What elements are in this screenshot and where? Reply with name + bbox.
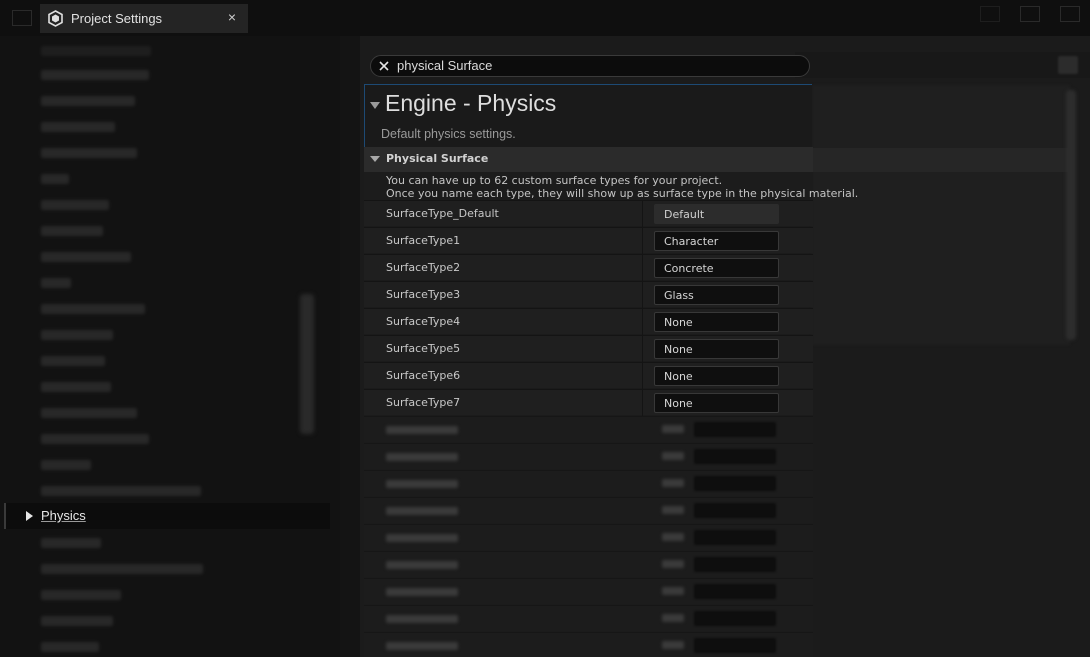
surface-type-field: Default — [654, 204, 779, 224]
section-title: Engine - Physics — [385, 90, 557, 116]
column-divider[interactable] — [642, 201, 643, 227]
column-divider[interactable] — [642, 255, 643, 281]
settings-gear-icon[interactable] — [1058, 56, 1078, 74]
sidebar-item-blurred[interactable] — [41, 408, 137, 418]
sidebar-item-blurred[interactable] — [41, 148, 137, 158]
surface-type-field[interactable]: None — [654, 339, 779, 359]
expand-arrow-icon[interactable] — [26, 511, 33, 521]
column-divider[interactable] — [642, 336, 643, 362]
sidebar-item-blurred[interactable] — [41, 538, 101, 548]
sidebar-item-blurred[interactable] — [41, 642, 99, 652]
section-description: Default physics settings. — [381, 127, 516, 141]
collapse-arrow-icon[interactable] — [370, 102, 380, 109]
property-row-blurred — [364, 443, 813, 469]
sidebar-item-blurred[interactable] — [41, 278, 71, 288]
surface-type-field[interactable]: None — [654, 366, 779, 386]
details-content-blurred — [812, 85, 1070, 345]
sidebar-item-blurred[interactable] — [41, 46, 151, 56]
property-name: SurfaceType5 — [386, 342, 461, 355]
surface-type-field[interactable]: None — [654, 393, 779, 413]
property-row: SurfaceType5 None — [364, 335, 813, 362]
property-name: SurfaceType4 — [386, 315, 461, 328]
sidebar-item-blurred[interactable] — [41, 70, 149, 80]
column-divider[interactable] — [642, 390, 643, 416]
category-physical-surface[interactable]: Physical Surface — [364, 147, 813, 172]
surface-type-field[interactable]: Glass — [654, 285, 779, 305]
category-label: Physical Surface — [386, 152, 489, 165]
project-settings-tab[interactable]: Project Settings × — [40, 4, 248, 33]
column-divider[interactable] — [642, 282, 643, 308]
sidebar-item-blurred[interactable] — [41, 382, 111, 392]
settings-sidebar — [0, 36, 340, 657]
property-name: SurfaceType7 — [386, 396, 461, 409]
title-bar: Project Settings × — [0, 0, 1090, 36]
property-row: SurfaceType2 Concrete — [364, 254, 813, 281]
sidebar-item-blurred[interactable] — [41, 96, 135, 106]
maximize-icon — [1020, 6, 1040, 22]
window-close-icon — [1060, 6, 1080, 22]
property-row: SurfaceType1 Character — [364, 227, 813, 254]
property-row-blurred — [364, 497, 813, 523]
sidebar-item-blurred[interactable] — [41, 304, 145, 314]
category-info: You can have up to 62 custom surface typ… — [364, 172, 858, 200]
sidebar-item-blurred[interactable] — [41, 252, 131, 262]
section-header[interactable]: Engine - Physics Default physics setting… — [364, 84, 812, 147]
sidebar-item-label[interactable]: Physics — [41, 508, 86, 523]
details-scrollbar[interactable] — [1066, 90, 1076, 340]
info-text: You can have up to 62 custom surface typ… — [386, 174, 723, 187]
minimize-icon — [980, 6, 1000, 22]
property-row: SurfaceType3 Glass — [364, 281, 813, 308]
property-name: SurfaceType_Default — [386, 207, 499, 220]
menu-icon — [12, 10, 32, 26]
sidebar-item-blurred[interactable] — [41, 356, 105, 366]
search-input[interactable]: physical Surface — [370, 55, 810, 77]
property-row-blurred — [364, 416, 813, 442]
sidebar-item-blurred[interactable] — [41, 460, 91, 470]
column-divider[interactable] — [642, 309, 643, 335]
property-row: SurfaceType_Default Default — [364, 200, 813, 227]
sidebar-item-blurred[interactable] — [41, 174, 69, 184]
sidebar-item-blurred[interactable] — [41, 330, 113, 340]
property-name: SurfaceType1 — [386, 234, 461, 247]
search-value[interactable]: physical Surface — [397, 58, 492, 73]
sidebar-item-blurred[interactable] — [41, 616, 113, 626]
details-band-blurred — [812, 148, 1070, 172]
property-row: SurfaceType7 None — [364, 389, 813, 416]
sidebar-item-blurred[interactable] — [41, 226, 103, 236]
close-icon[interactable] — [377, 59, 391, 73]
property-row-blurred — [364, 632, 813, 657]
property-row-blurred — [364, 578, 813, 604]
column-divider[interactable] — [642, 363, 643, 389]
sidebar-item-blurred[interactable] — [41, 486, 201, 496]
tab-close-icon[interactable]: × — [228, 9, 236, 25]
property-row: SurfaceType6 None — [364, 362, 813, 389]
unreal-settings-icon — [46, 10, 64, 28]
property-row-blurred — [364, 470, 813, 496]
sidebar-item-physics[interactable]: Physics — [4, 503, 330, 529]
sidebar-item-blurred[interactable] — [41, 122, 115, 132]
property-name: SurfaceType3 — [386, 288, 461, 301]
property-name: SurfaceType6 — [386, 369, 461, 382]
tab-title: Project Settings — [71, 11, 163, 26]
sidebar-item-blurred[interactable] — [41, 564, 203, 574]
sidebar-item-blurred[interactable] — [41, 200, 109, 210]
collapse-arrow-icon[interactable] — [370, 156, 380, 162]
info-text: Once you name each type, they will show … — [386, 187, 859, 200]
selection-indicator — [4, 503, 6, 529]
surface-type-field[interactable]: Concrete — [654, 258, 779, 278]
property-row-blurred — [364, 551, 813, 577]
property-row-blurred — [364, 605, 813, 631]
sidebar-item-blurred[interactable] — [41, 590, 121, 600]
surface-type-field[interactable]: None — [654, 312, 779, 332]
surface-type-field[interactable]: Character — [654, 231, 779, 251]
sidebar-scrollbar[interactable] — [300, 294, 314, 434]
details-toolbar-blurred — [795, 52, 1090, 78]
column-divider[interactable] — [642, 228, 643, 254]
property-row: SurfaceType4 None — [364, 308, 813, 335]
property-name: SurfaceType2 — [386, 261, 461, 274]
sidebar-item-blurred[interactable] — [41, 434, 149, 444]
property-row-blurred — [364, 524, 813, 550]
